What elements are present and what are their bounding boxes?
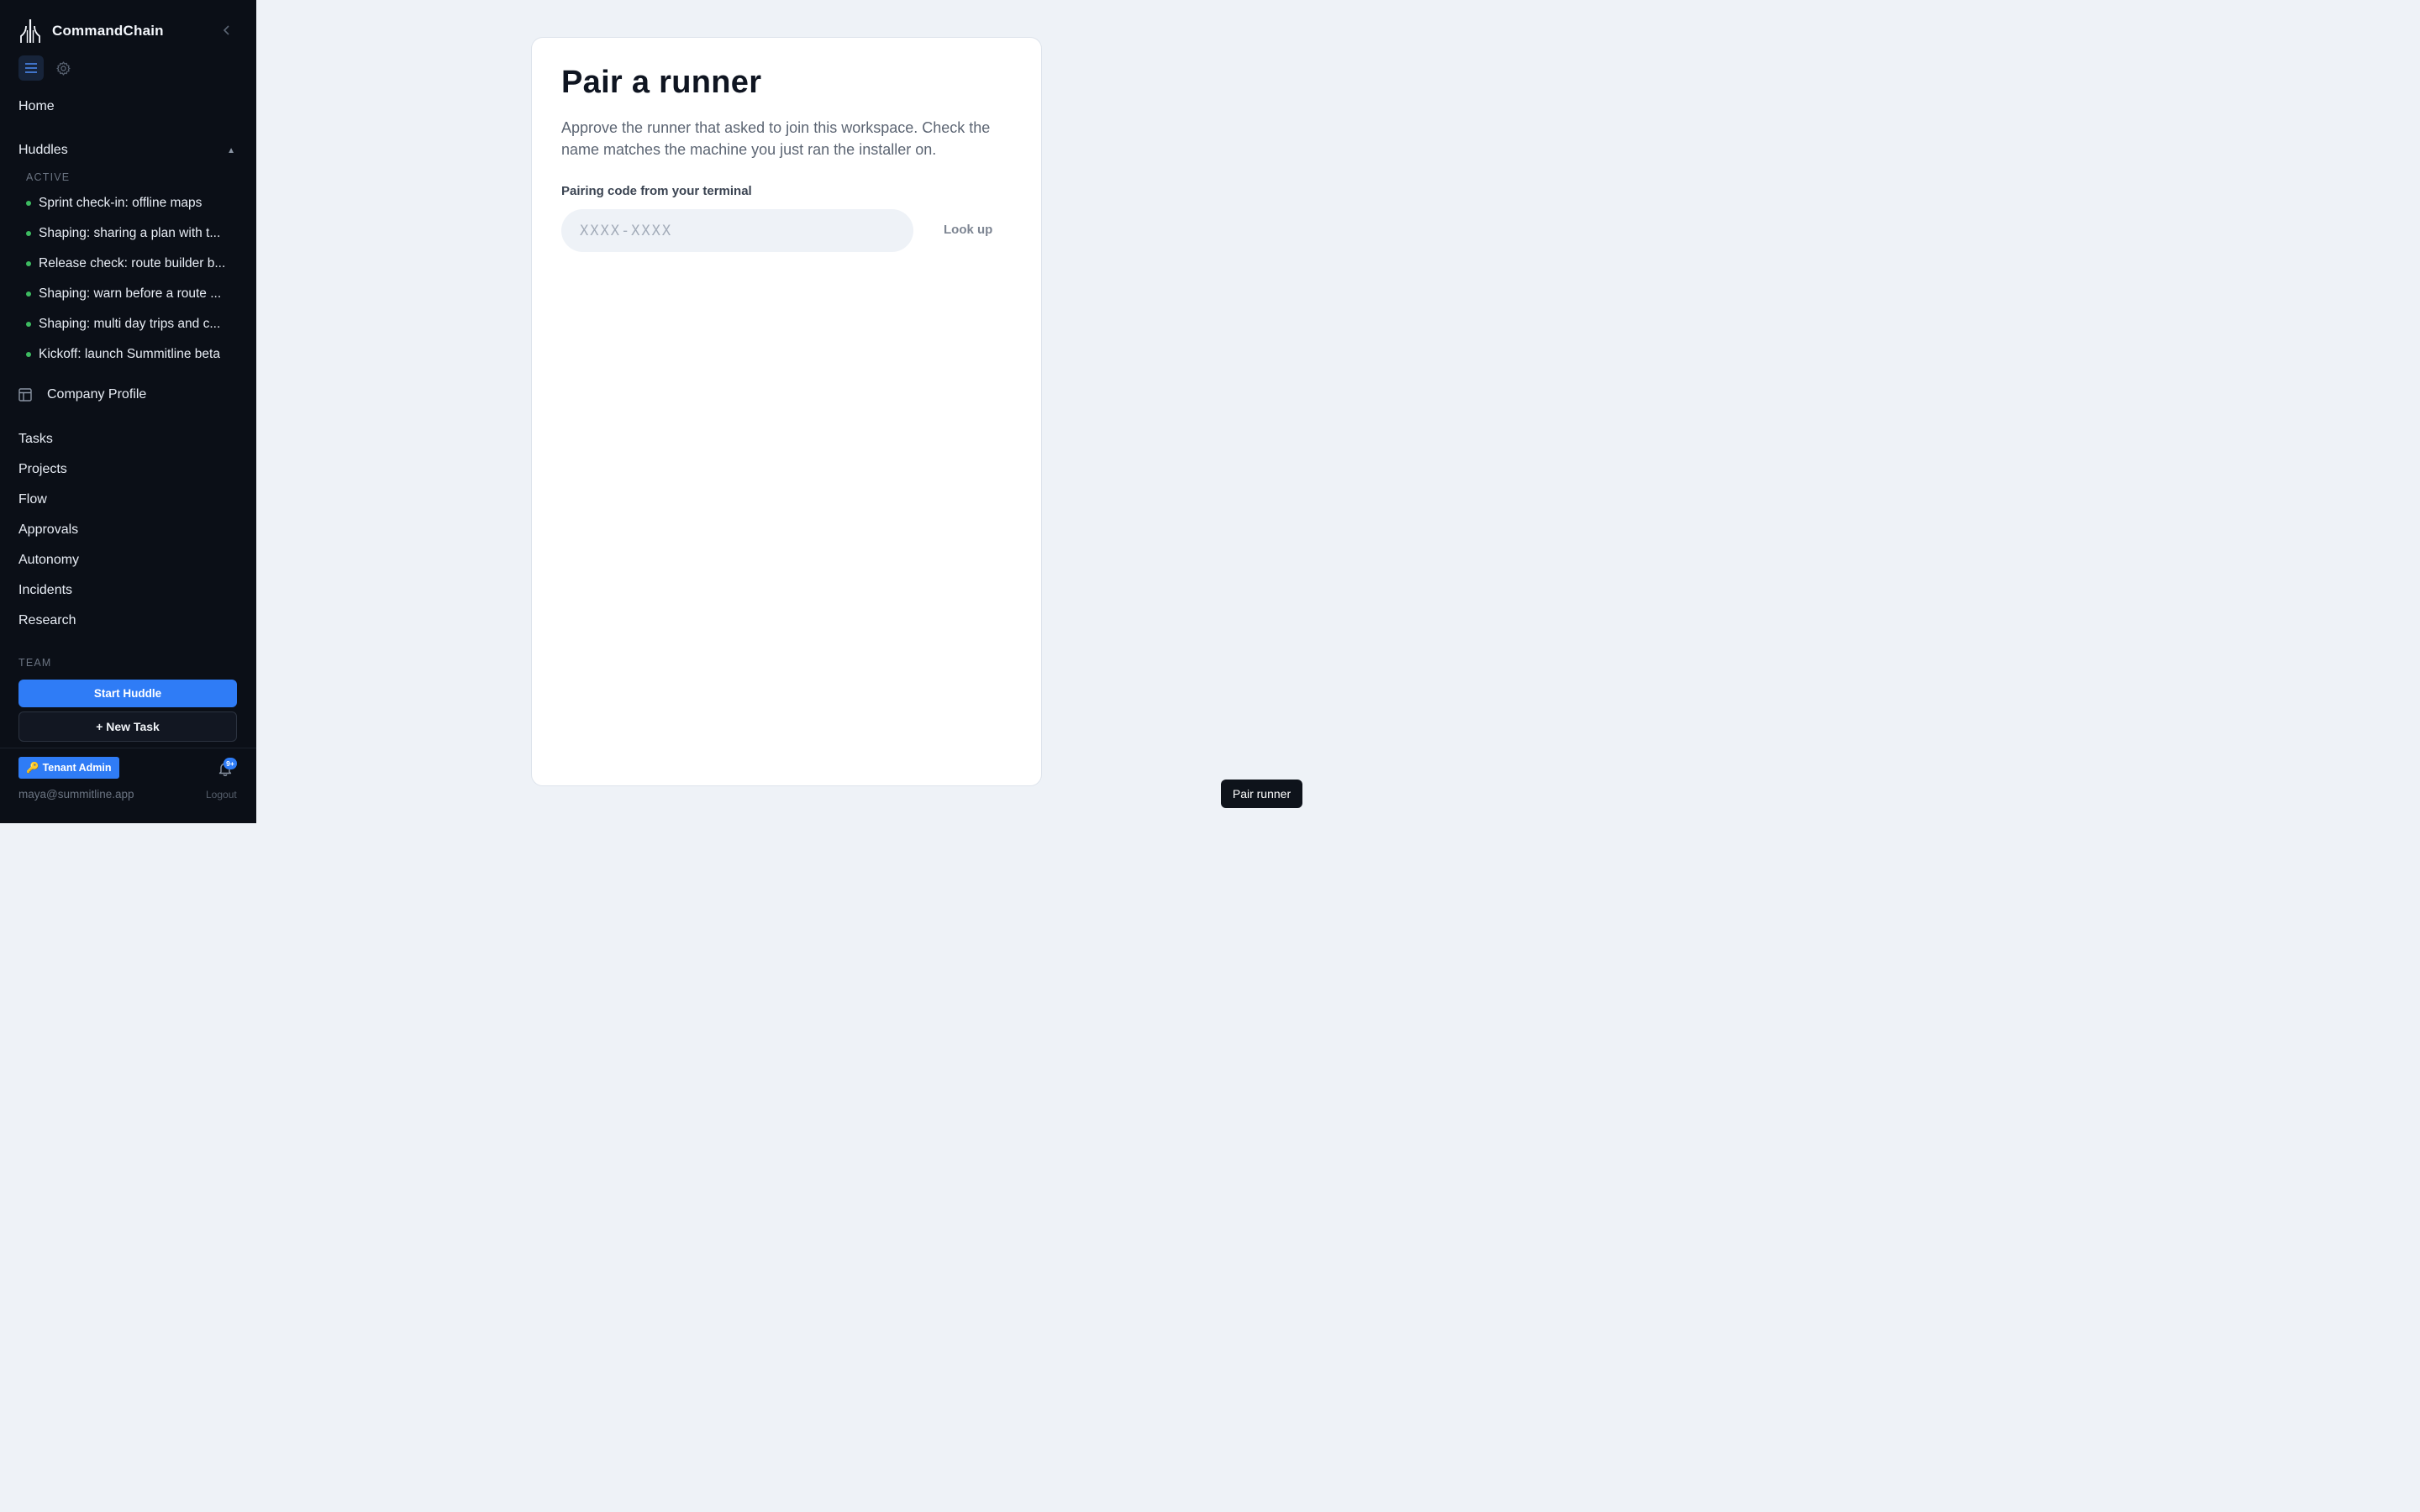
commandchain-logo-icon	[20, 19, 40, 43]
nav-tasks[interactable]: Tasks	[18, 432, 53, 447]
nav-research[interactable]: Research	[18, 613, 76, 628]
nav-huddles-toggle[interactable]: Huddles ▲	[18, 141, 237, 160]
nav-projects[interactable]: Projects	[18, 462, 67, 477]
huddle-item[interactable]: Sprint check-in: offline maps	[26, 193, 236, 213]
nav-company-profile[interactable]: Company Profile	[18, 387, 146, 402]
key-icon: 🔑	[26, 761, 39, 774]
pairing-code-input[interactable]	[561, 209, 913, 252]
page-title: Pair a runner	[561, 65, 762, 100]
huddle-item[interactable]: Shaping: multi day trips and c...	[26, 314, 236, 334]
pair-runner-card: Pair a runner Approve the runner that as…	[531, 37, 1042, 786]
gear-icon	[55, 60, 71, 76]
huddles-active-label: ACTIVE	[26, 171, 71, 183]
nav-huddles-label: Huddles	[18, 143, 68, 157]
active-status-dot-icon	[26, 261, 31, 266]
huddle-item[interactable]: Shaping: warn before a route ...	[26, 284, 236, 304]
menu-button[interactable]	[18, 55, 44, 81]
huddle-item-label: Shaping: sharing a plan with t...	[39, 226, 221, 240]
user-email: maya@summitline.app	[18, 788, 134, 801]
nav-home[interactable]: Home	[18, 99, 55, 114]
nav-flow[interactable]: Flow	[18, 492, 47, 507]
brand[interactable]: CommandChain	[18, 18, 164, 44]
role-badge-label: Tenant Admin	[42, 762, 112, 774]
app-name: CommandChain	[52, 23, 164, 39]
team-section-label: TEAM	[18, 657, 52, 669]
active-status-dot-icon	[26, 231, 31, 236]
nav-incidents[interactable]: Incidents	[18, 583, 72, 598]
logout-link[interactable]: Logout	[206, 789, 237, 801]
role-badge[interactable]: 🔑 Tenant Admin	[18, 757, 119, 779]
nav-autonomy[interactable]: Autonomy	[18, 553, 79, 568]
huddle-item-label: Sprint check-in: offline maps	[39, 196, 203, 210]
page-description: Approve the runner that asked to join th…	[561, 119, 991, 158]
nav-approvals[interactable]: Approvals	[18, 522, 78, 538]
sidebar-toolbar	[18, 55, 72, 81]
huddle-item-label: Shaping: multi day trips and c...	[39, 317, 221, 331]
huddle-item-label: Release check: route builder b...	[39, 256, 226, 270]
settings-button[interactable]	[54, 59, 72, 77]
look-up-button[interactable]: Look up	[944, 223, 992, 237]
active-status-dot-icon	[26, 322, 31, 327]
start-huddle-button[interactable]: Start Huddle	[18, 680, 237, 707]
layout-panel-icon	[18, 388, 32, 402]
huddle-item[interactable]: Release check: route builder b...	[26, 254, 236, 274]
nav-company-profile-label: Company Profile	[47, 387, 147, 402]
pair-runner-toast[interactable]: Pair runner	[1221, 780, 1302, 808]
sidebar: CommandChain Home Huddles ▲ ACTIVE Sprin…	[0, 0, 256, 823]
pairing-code-label: Pairing code from your terminal	[561, 184, 752, 198]
collapse-sidebar-chevron-left-icon[interactable]	[220, 24, 234, 37]
active-status-dot-icon	[26, 352, 31, 357]
active-status-dot-icon	[26, 201, 31, 206]
new-task-button[interactable]: + New Task	[18, 711, 237, 742]
hamburger-menu-icon	[25, 63, 37, 73]
huddle-item-label: Kickoff: launch Summitline beta	[39, 347, 220, 361]
active-status-dot-icon	[26, 291, 31, 297]
notification-count-badge: 9+	[224, 758, 237, 769]
huddle-item[interactable]: Shaping: sharing a plan with t...	[26, 223, 236, 244]
caret-up-icon: ▲	[227, 145, 235, 155]
huddle-item[interactable]: Kickoff: launch Summitline beta	[26, 344, 236, 365]
huddle-item-label: Shaping: warn before a route ...	[39, 286, 222, 301]
